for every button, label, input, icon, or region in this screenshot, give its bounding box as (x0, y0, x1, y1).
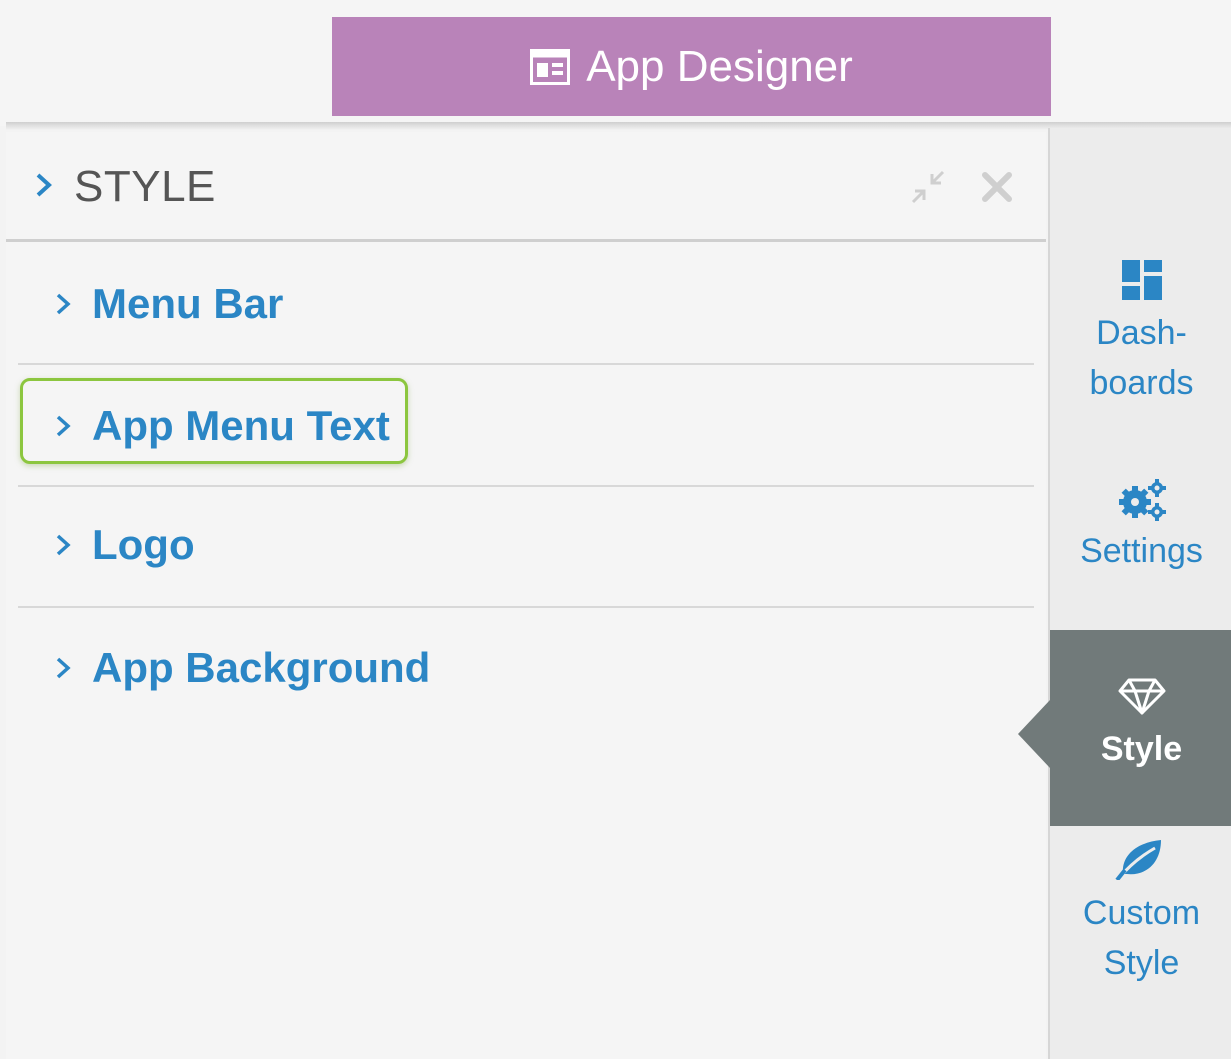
active-tab-pointer (1018, 700, 1050, 768)
right-sidebar: Dash- boards Settings Style Custom Style (1048, 128, 1231, 1059)
divider (18, 363, 1034, 365)
style-panel: STYLE Menu Bar App Menu Text Logo App Ba… (6, 132, 1046, 1059)
app-designer-title: App Designer (586, 41, 853, 91)
panel-title: STYLE (74, 162, 216, 211)
sidebar-item-style[interactable]: Style (1050, 630, 1231, 826)
sidebar-item-label: Style (1103, 944, 1180, 982)
chevron-right-icon (56, 657, 71, 679)
sidebar-item-settings[interactable]: Settings (1050, 476, 1231, 576)
layout-icon (530, 48, 571, 85)
sidebar-item-custom-style[interactable]: Custom Style (1050, 836, 1231, 988)
list-item-label: App Background (92, 644, 431, 691)
list-item-app-background[interactable]: App Background (18, 608, 1034, 729)
chevron-right-icon[interactable] (34, 170, 54, 200)
highlight-box (20, 378, 408, 464)
sidebar-item-label: Dash- (1096, 314, 1187, 352)
app-designer-button[interactable]: App Designer (332, 17, 1051, 116)
sidebar-item-label: Style (1100, 730, 1183, 768)
sidebar-item-dashboards[interactable]: Dash- boards (1050, 258, 1231, 408)
chevron-right-icon (56, 534, 71, 556)
sidebar-item-label: Custom (1082, 894, 1201, 932)
app-designer-screen: App Designer STYLE Menu Bar App Menu Tex… (0, 0, 1231, 1059)
sidebar-item-label: Settings (1080, 532, 1203, 570)
compress-icon[interactable] (909, 168, 947, 206)
diamond-icon (1118, 678, 1165, 715)
panel-header: STYLE (6, 132, 1046, 242)
list-item-label: Menu Bar (92, 280, 284, 327)
list-item-menu-bar[interactable]: Menu Bar (18, 244, 1034, 365)
sidebar-item-label: boards (1089, 364, 1194, 402)
top-bar: App Designer (0, 0, 1231, 126)
close-icon[interactable] (978, 168, 1016, 206)
gears-icon (1118, 479, 1166, 521)
list-item-logo[interactable]: Logo (18, 487, 1034, 608)
sidebar-item-style-content: Style (1050, 676, 1231, 774)
chevron-right-icon (56, 293, 71, 315)
list-item-label: Logo (92, 521, 195, 568)
leaf-icon (1114, 840, 1161, 880)
dashboard-grid-icon (1121, 260, 1162, 300)
